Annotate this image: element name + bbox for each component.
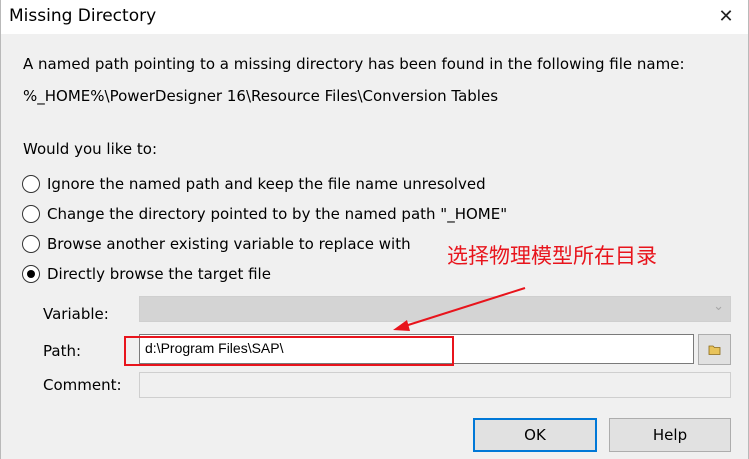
chevron-down-icon: ⌄ [713, 299, 724, 314]
radio-browse-target[interactable] [22, 265, 40, 283]
radio-change-directory-label[interactable]: Change the directory pointed to by the n… [47, 205, 507, 223]
help-button[interactable]: Help [609, 418, 731, 452]
close-icon[interactable]: ✕ [716, 7, 736, 27]
message-text: A named path pointing to a missing direc… [23, 55, 685, 73]
radio-change-directory[interactable] [22, 205, 40, 223]
comment-label: Comment: [43, 376, 122, 394]
radio-ignore-label[interactable]: Ignore the named path and keep the file … [47, 175, 486, 193]
radio-ignore[interactable] [22, 175, 40, 193]
radio-browse-target-label[interactable]: Directly browse the target file [47, 265, 271, 283]
ok-button[interactable]: OK [473, 418, 597, 452]
question-text: Would you like to: [23, 140, 158, 158]
folder-icon [708, 345, 721, 355]
variable-select: ⌄ [139, 296, 731, 322]
variable-label: Variable: [43, 305, 109, 323]
title-bar: Missing Directory ✕ [1, 0, 748, 34]
browse-button[interactable] [698, 334, 731, 365]
missing-directory-dialog: Missing Directory ✕ A named path pointin… [0, 0, 749, 459]
comment-field [139, 372, 731, 398]
path-label: Path: [43, 342, 82, 360]
file-path-text: %_HOME%\PowerDesigner 16\Resource Files\… [23, 87, 499, 105]
annotation-highlight-box [124, 336, 454, 366]
window-title: Missing Directory [9, 6, 157, 26]
radio-browse-variable-label[interactable]: Browse another existing variable to repl… [47, 235, 411, 253]
annotation-text: 选择物理模型所在目录 [447, 244, 657, 268]
radio-browse-variable[interactable] [22, 235, 40, 253]
